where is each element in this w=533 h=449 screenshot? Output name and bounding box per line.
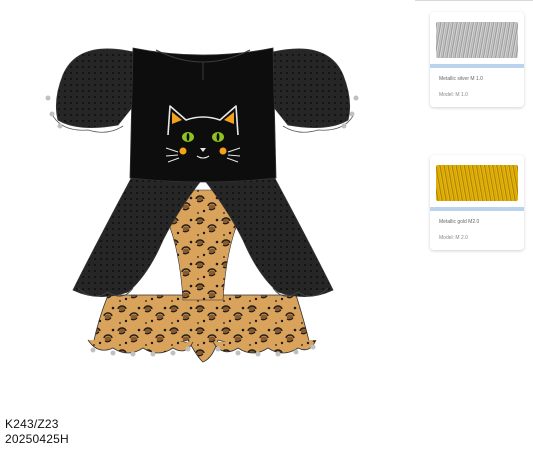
romper-illustration (45, 47, 359, 363)
swatch-divider-band (430, 207, 524, 211)
metallic-gold-swatch (436, 165, 518, 201)
swatch-name: Metallic gold M2.0 (439, 219, 480, 225)
swatch-divider-band (430, 64, 524, 68)
style-code: K243/Z23 (5, 417, 59, 431)
left-puff-sleeve (45, 48, 139, 133)
right-puff-sleeve (267, 48, 359, 133)
date-code: 20250425H (5, 432, 69, 446)
swatch-model: Model: M 1.0 (439, 92, 468, 98)
leopard-bloomers (87, 294, 317, 363)
swatch-card-metallic-silver: Metallic silver M 1.0 Model: M 1.0 (430, 12, 524, 107)
swatch-card-metallic-gold: Metallic gold M2.0 Model: M 2.0 (430, 155, 524, 250)
top-divider (415, 0, 533, 1)
swatch-name: Metallic silver M 1.0 (439, 76, 483, 82)
metallic-silver-swatch (436, 22, 518, 58)
swatch-model: Model: M 2.0 (439, 235, 468, 241)
